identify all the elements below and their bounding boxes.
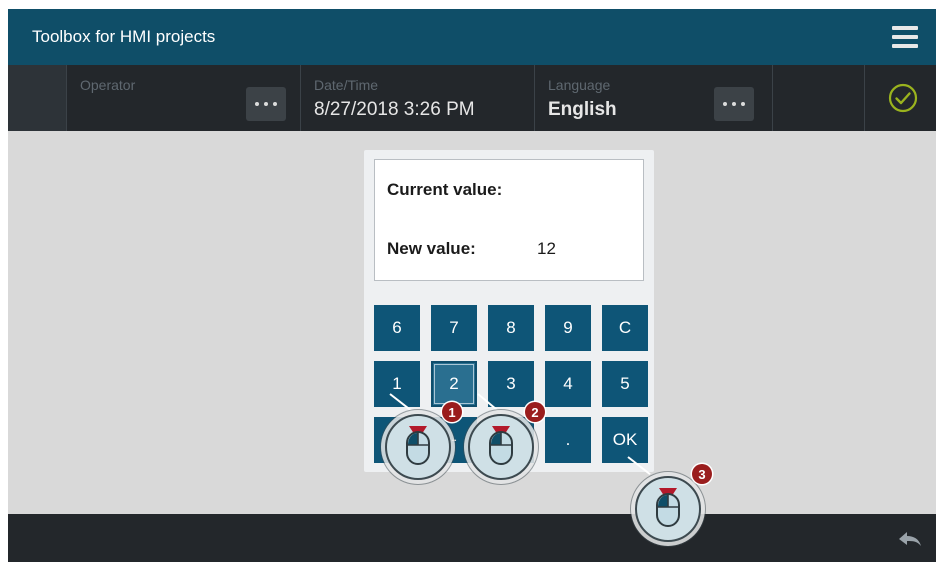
divider <box>864 65 865 131</box>
title-bar: Toolbox for HMI projects <box>8 9 936 65</box>
mouse-click-icon <box>489 431 513 465</box>
key-8[interactable]: 8 <box>488 305 534 351</box>
key-decimal[interactable]: . <box>545 417 591 463</box>
hamburger-icon[interactable] <box>892 26 918 48</box>
divider <box>66 65 67 131</box>
checkmark-circle-icon <box>888 83 918 113</box>
divider <box>300 65 301 131</box>
click-annotation-2 <box>468 414 534 480</box>
divider <box>534 65 535 131</box>
step-badge-1: 1 <box>442 402 462 422</box>
datetime-value: 8/27/2018 3:26 PM <box>314 99 475 120</box>
key-4[interactable]: 4 <box>545 361 591 407</box>
ellipsis-icon <box>723 102 745 106</box>
language-label: Language <box>548 77 611 93</box>
language-value: English <box>548 99 617 120</box>
status-bar-stub <box>8 65 66 131</box>
key-7[interactable]: 7 <box>431 305 477 351</box>
datetime-label: Date/Time <box>314 77 379 93</box>
back-arrow-icon[interactable] <box>898 530 922 548</box>
language-more-button[interactable] <box>714 87 754 121</box>
operator-label: Operator <box>80 77 136 93</box>
hmi-screen: Toolbox for HMI projects Operator Date/T… <box>8 9 936 562</box>
operator-more-button[interactable] <box>246 87 286 121</box>
key-6[interactable]: 6 <box>374 305 420 351</box>
click-annotation-3 <box>635 476 701 542</box>
key-3[interactable]: 3 <box>488 361 534 407</box>
key-5[interactable]: 5 <box>602 361 648 407</box>
step-badge-2: 2 <box>525 402 545 422</box>
ellipsis-icon <box>255 102 277 106</box>
divider <box>772 65 773 131</box>
new-value-label: New value: <box>387 239 476 258</box>
new-value-field[interactable]: 12 <box>537 239 556 259</box>
step-badge-3: 3 <box>692 464 712 484</box>
footer-bar <box>8 514 936 562</box>
mouse-click-icon <box>656 493 680 527</box>
status-bar: Operator Date/Time 8/27/2018 3:26 PM Lan… <box>8 65 936 131</box>
key-ok[interactable]: OK <box>602 417 648 463</box>
mouse-click-icon <box>406 431 430 465</box>
app-title: Toolbox for HMI projects <box>32 27 216 46</box>
key-clear[interactable]: C <box>602 305 648 351</box>
current-value-label: Current value: <box>387 180 503 199</box>
key-9[interactable]: 9 <box>545 305 591 351</box>
value-display: Current value: New value: 12 <box>374 159 644 281</box>
key-2[interactable]: 2 <box>431 361 477 407</box>
click-annotation-1 <box>385 414 451 480</box>
